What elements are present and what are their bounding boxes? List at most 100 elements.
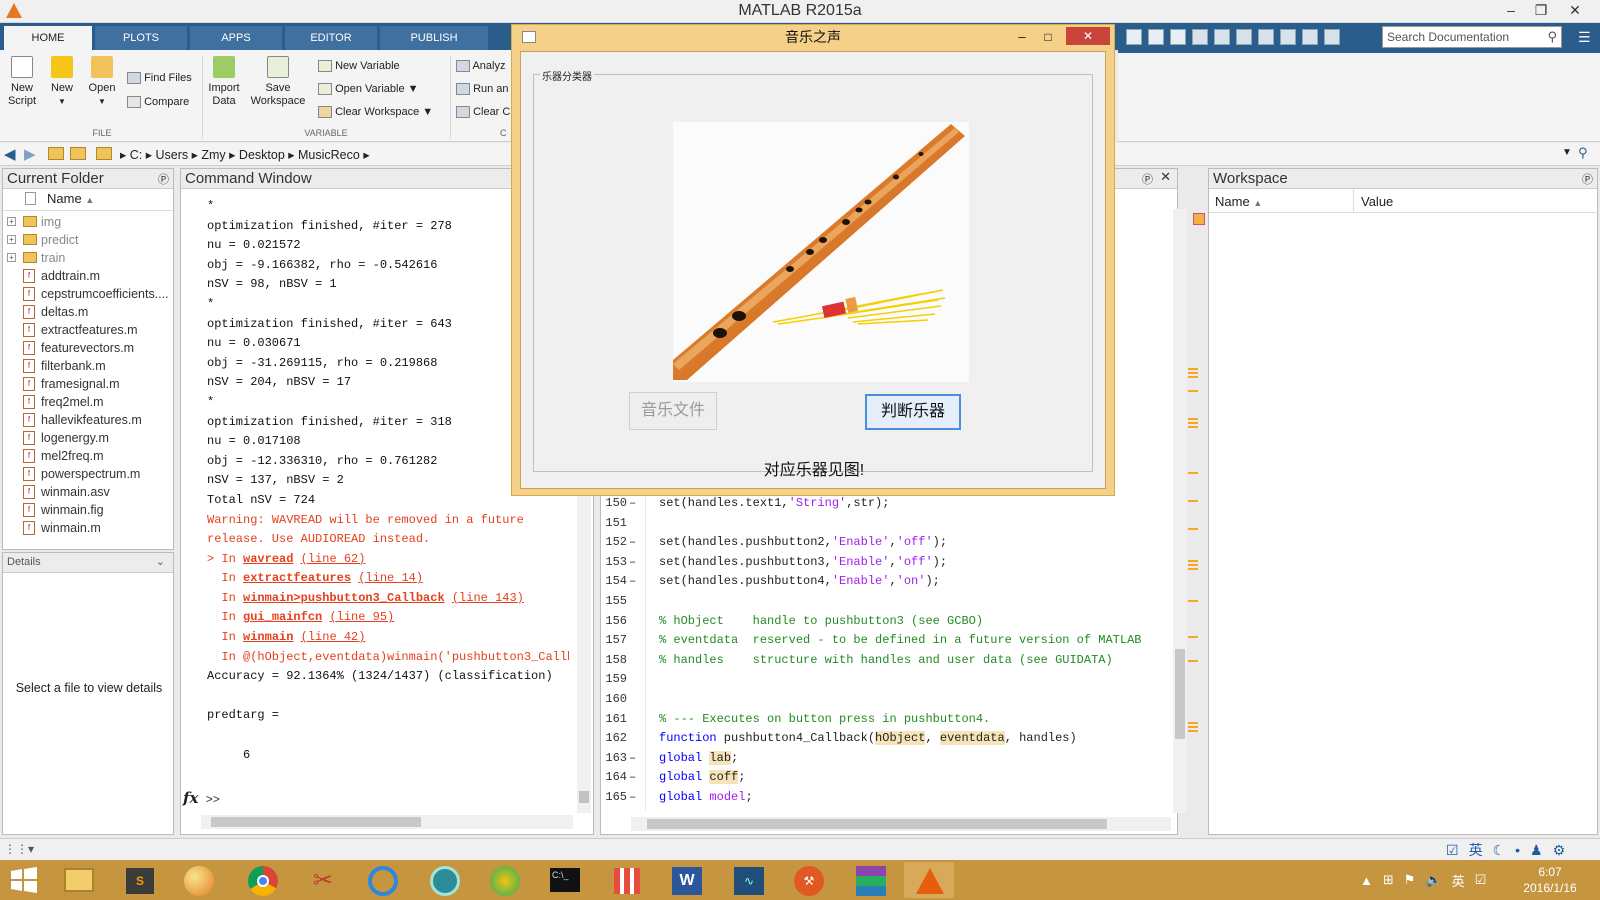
- browse-folder-icon[interactable]: [70, 147, 86, 160]
- dot-icon[interactable]: •: [1515, 842, 1520, 858]
- details-header[interactable]: Details ⌄: [3, 553, 173, 573]
- code-line[interactable]: 157 % eventdata reserved - to be defined …: [601, 631, 1161, 651]
- tab-editor[interactable]: EDITOR: [285, 26, 377, 50]
- paint-taskbar-icon[interactable]: [174, 862, 224, 898]
- ime-check-icon[interactable]: ☑: [1446, 842, 1459, 859]
- word-taskbar-icon[interactable]: W: [662, 862, 712, 898]
- chrome-taskbar-icon[interactable]: [238, 862, 288, 898]
- code-line[interactable]: 163– global lab;: [601, 749, 1161, 769]
- workspace-value-column[interactable]: Value: [1361, 194, 1393, 209]
- stack-function-link[interactable]: winmain>pushbutton3_Callback: [243, 591, 445, 605]
- tab-plots[interactable]: PLOTS: [95, 26, 187, 50]
- file-explorer-taskbar-icon[interactable]: [54, 862, 104, 898]
- back-arrow-icon[interactable]: ◀: [4, 145, 16, 163]
- file-list-item[interactable]: f deltas.m: [3, 303, 173, 321]
- expand-icon[interactable]: +: [7, 235, 16, 244]
- file-list-item[interactable]: f logenergy.m: [3, 429, 173, 447]
- cut-icon[interactable]: [1192, 29, 1208, 45]
- code-line[interactable]: 151: [601, 514, 1161, 534]
- breakpoint-marker[interactable]: –: [629, 788, 639, 808]
- tray-flag-icon[interactable]: ⚑: [1404, 872, 1416, 888]
- copy-icon[interactable]: [1214, 29, 1230, 45]
- ime-english-toggle[interactable]: 英: [1469, 840, 1483, 860]
- breadcrumb-users[interactable]: Users: [155, 148, 188, 162]
- file-list-item[interactable]: f winmain.m: [3, 519, 173, 537]
- dialog-minimize-button[interactable]: –: [1008, 25, 1036, 49]
- user-icon[interactable]: ♟: [1530, 842, 1543, 859]
- code-line[interactable]: 160: [601, 690, 1161, 710]
- moon-icon[interactable]: ☾: [1493, 842, 1506, 859]
- action-center-icon[interactable]: ☑: [1475, 872, 1487, 888]
- import-data-button[interactable]: Import Data: [206, 56, 242, 108]
- judge-instrument-button[interactable]: 判断乐器: [865, 394, 961, 430]
- sublime-taskbar-icon[interactable]: S: [116, 862, 166, 898]
- breadcrumb-zmy[interactable]: Zmy: [201, 148, 225, 162]
- scroll-thumb[interactable]: [1175, 649, 1185, 739]
- panel-menu-icon[interactable]: Ⓟ: [1142, 171, 1153, 187]
- expand-icon[interactable]: +: [7, 253, 16, 262]
- start-button[interactable]: [10, 866, 38, 894]
- parrot-taskbar-icon[interactable]: [480, 862, 530, 898]
- code-line[interactable]: 165– global model;: [601, 788, 1161, 808]
- breadcrumb-c[interactable]: C:: [130, 148, 143, 162]
- breakpoint-marker[interactable]: –: [629, 553, 639, 573]
- code-line[interactable]: 154– set(handles.pushbutton4,'Enable','on…: [601, 572, 1161, 592]
- editor-horizontal-scrollbar[interactable]: [631, 817, 1171, 831]
- network-taskbar-icon[interactable]: [420, 862, 470, 898]
- apps-grid-taskbar-icon[interactable]: [602, 862, 652, 898]
- code-line[interactable]: 155: [601, 592, 1161, 612]
- code-line[interactable]: 164– global coff;: [601, 768, 1161, 788]
- analyze-code-button[interactable]: Analyz: [456, 60, 505, 73]
- tab-publish[interactable]: PUBLISH: [380, 26, 488, 50]
- code-line[interactable]: 150– set(handles.text1,'String',str);: [601, 494, 1161, 514]
- file-list-item[interactable]: f filterbank.m: [3, 357, 173, 375]
- stack-function-link[interactable]: wavread: [243, 552, 293, 566]
- dialog-maximize-button[interactable]: □: [1034, 25, 1062, 49]
- fx-icon[interactable]: fx: [183, 789, 198, 807]
- file-list-item[interactable]: + predict: [3, 231, 173, 249]
- help-icon[interactable]: [1324, 29, 1340, 45]
- code-line[interactable]: 161 % --- Executes on button press in pus…: [601, 710, 1161, 730]
- code-analyzer-marker[interactable]: [1193, 213, 1205, 225]
- code-line[interactable]: 152– set(handles.pushbutton2,'Enable','of…: [601, 533, 1161, 553]
- open-button[interactable]: Open ▼: [86, 56, 118, 108]
- path-dropdown-icon[interactable]: ▼: [1562, 147, 1572, 158]
- breakpoint-marker[interactable]: –: [629, 494, 639, 514]
- horizontal-scrollbar[interactable]: [201, 815, 573, 829]
- stack-function-link[interactable]: gui_mainfcn: [243, 610, 322, 624]
- dialog-close-button[interactable]: ✕: [1066, 27, 1110, 45]
- filter-icon[interactable]: ☰: [1578, 29, 1591, 46]
- stack-line-link[interactable]: (line 14): [358, 571, 423, 585]
- scroll-thumb[interactable]: [211, 817, 421, 827]
- path-search-icon[interactable]: ⚲: [1578, 145, 1588, 161]
- minimize-button[interactable]: –: [1496, 0, 1526, 22]
- restore-button[interactable]: ❐: [1526, 0, 1556, 22]
- save-icon[interactable]: [1170, 29, 1186, 45]
- new-button[interactable]: New ▼: [46, 56, 78, 108]
- forward-arrow-icon[interactable]: ▶: [24, 145, 36, 163]
- file-list-item[interactable]: f hallevikfeatures.m: [3, 411, 173, 429]
- winrar-taskbar-icon[interactable]: [846, 862, 896, 898]
- chevron-down-icon[interactable]: ⌄: [156, 555, 165, 568]
- tab-apps[interactable]: APPS: [190, 26, 282, 50]
- close-button[interactable]: ✕: [1560, 0, 1590, 22]
- file-list-item[interactable]: f extractfeatures.m: [3, 321, 173, 339]
- close-icon[interactable]: ✕: [1160, 169, 1171, 185]
- search-icon[interactable]: ⚲: [1547, 29, 1557, 45]
- breadcrumb-desktop[interactable]: Desktop: [239, 148, 285, 162]
- download-icon[interactable]: [1126, 29, 1142, 45]
- code-line[interactable]: 159: [601, 670, 1161, 690]
- expand-icon[interactable]: +: [7, 217, 16, 226]
- cmd-taskbar-icon[interactable]: C:\_: [540, 862, 590, 898]
- matlab-taskbar-icon[interactable]: [904, 862, 954, 898]
- command-prompt-line[interactable]: fx >>: [181, 789, 571, 809]
- save-workspace-button[interactable]: Save Workspace: [248, 56, 308, 108]
- music-file-button[interactable]: 音乐文件: [629, 392, 717, 430]
- tab-home[interactable]: HOME: [4, 26, 92, 50]
- stack-line-link[interactable]: (line 42): [301, 630, 366, 644]
- tray-ime-label[interactable]: 英: [1452, 871, 1465, 890]
- snipping-taskbar-icon[interactable]: ✂: [298, 862, 348, 898]
- file-list-item[interactable]: f winmain.asv: [3, 483, 173, 501]
- run-and-time-button[interactable]: Run an: [456, 83, 509, 96]
- find-files-button[interactable]: Find Files: [127, 72, 192, 85]
